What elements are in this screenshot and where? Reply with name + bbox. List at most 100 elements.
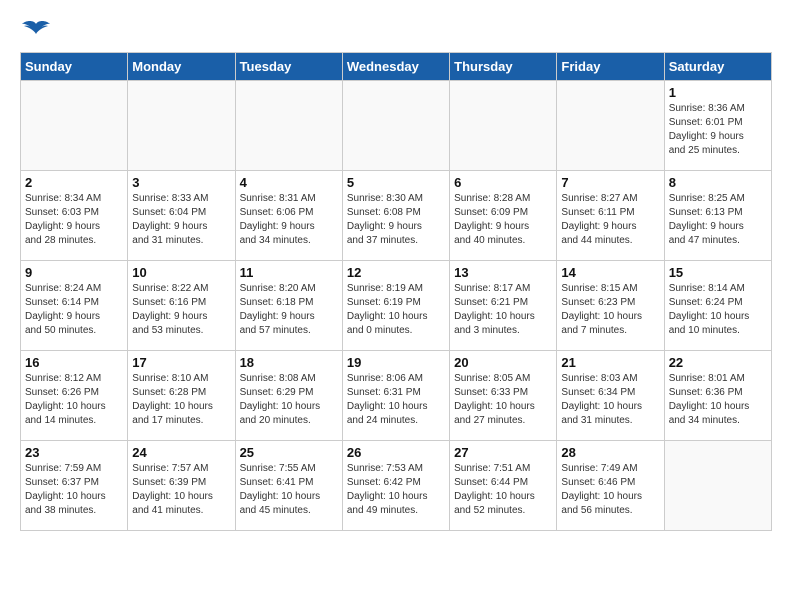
day-cell — [450, 81, 557, 171]
day-cell: 13 Sunrise: 8:17 AM Sunset: 6:21 PM Dayli… — [450, 261, 557, 351]
day-number: 6 — [454, 175, 552, 190]
day-cell: 3 Sunrise: 8:33 AM Sunset: 6:04 PM Daylig… — [128, 171, 235, 261]
day-cell: 16 Sunrise: 8:12 AM Sunset: 6:26 PM Dayli… — [21, 351, 128, 441]
day-cell: 26 Sunrise: 7:53 AM Sunset: 6:42 PM Dayli… — [342, 441, 449, 531]
day-cell: 17 Sunrise: 8:10 AM Sunset: 6:28 PM Dayli… — [128, 351, 235, 441]
day-number: 27 — [454, 445, 552, 460]
weekday-header-tuesday: Tuesday — [235, 53, 342, 81]
day-cell: 14 Sunrise: 8:15 AM Sunset: 6:23 PM Dayli… — [557, 261, 664, 351]
day-cell: 19Sunrise: 8:06 AM Sunset: 6:31 PM Dayli… — [342, 351, 449, 441]
day-number: 11 — [240, 265, 338, 280]
day-info: Sunrise: 8:31 AM Sunset: 6:06 PM Dayligh… — [240, 192, 338, 248]
day-info: Sunrise: 8:05 AM Sunset: 6:33 PM Dayligh… — [454, 372, 552, 428]
day-cell: 10 Sunrise: 8:22 AM Sunset: 6:16 PM Dayli… — [128, 261, 235, 351]
day-info: Sunrise: 8:01 AM Sunset: 6:36 PM Dayligh… — [669, 372, 767, 428]
day-cell — [342, 81, 449, 171]
day-number: 3 — [132, 175, 230, 190]
day-number: 20 — [454, 355, 552, 370]
day-info: Sunrise: 8:34 AM Sunset: 6:03 PM Dayligh… — [25, 192, 123, 248]
day-cell: 21 Sunrise: 8:03 AM Sunset: 6:34 PM Dayli… — [557, 351, 664, 441]
day-cell — [21, 81, 128, 171]
day-number: 1 — [669, 85, 767, 100]
day-cell: 4Sunrise: 8:31 AM Sunset: 6:06 PM Daylig… — [235, 171, 342, 261]
day-cell: 1 Sunrise: 8:36 AM Sunset: 6:01 PM Daylig… — [664, 81, 771, 171]
day-info: Sunrise: 8:33 AM Sunset: 6:04 PM Dayligh… — [132, 192, 230, 248]
calendar-table: SundayMondayTuesdayWednesdayThursdayFrid… — [20, 52, 772, 531]
day-number: 19 — [347, 355, 445, 370]
day-info: Sunrise: 8:08 AM Sunset: 6:29 PM Dayligh… — [240, 372, 338, 428]
day-cell: 23 Sunrise: 7:59 AM Sunset: 6:37 PM Dayli… — [21, 441, 128, 531]
weekday-header-monday: Monday — [128, 53, 235, 81]
day-info: Sunrise: 8:27 AM Sunset: 6:11 PM Dayligh… — [561, 192, 659, 248]
day-info: Sunrise: 8:30 AM Sunset: 6:08 PM Dayligh… — [347, 192, 445, 248]
day-number: 15 — [669, 265, 767, 280]
weekday-header-row: SundayMondayTuesdayWednesdayThursdayFrid… — [21, 53, 772, 81]
day-number: 26 — [347, 445, 445, 460]
day-info: Sunrise: 8:10 AM Sunset: 6:28 PM Dayligh… — [132, 372, 230, 428]
day-number: 2 — [25, 175, 123, 190]
day-cell — [557, 81, 664, 171]
week-row-4: 16 Sunrise: 8:12 AM Sunset: 6:26 PM Dayli… — [21, 351, 772, 441]
day-info: Sunrise: 8:19 AM Sunset: 6:19 PM Dayligh… — [347, 282, 445, 338]
weekday-header-friday: Friday — [557, 53, 664, 81]
day-number: 7 — [561, 175, 659, 190]
week-row-2: 2 Sunrise: 8:34 AM Sunset: 6:03 PM Daylig… — [21, 171, 772, 261]
day-cell: 22 Sunrise: 8:01 AM Sunset: 6:36 PM Dayli… — [664, 351, 771, 441]
day-info: Sunrise: 8:20 AM Sunset: 6:18 PM Dayligh… — [240, 282, 338, 338]
day-cell: 8Sunrise: 8:25 AM Sunset: 6:13 PM Daylig… — [664, 171, 771, 261]
day-cell — [235, 81, 342, 171]
day-number: 13 — [454, 265, 552, 280]
day-cell: 24 Sunrise: 7:57 AM Sunset: 6:39 PM Dayli… — [128, 441, 235, 531]
day-number: 14 — [561, 265, 659, 280]
day-cell: 20 Sunrise: 8:05 AM Sunset: 6:33 PM Dayli… — [450, 351, 557, 441]
day-cell: 7 Sunrise: 8:27 AM Sunset: 6:11 PM Daylig… — [557, 171, 664, 261]
day-number: 23 — [25, 445, 123, 460]
day-number: 22 — [669, 355, 767, 370]
day-number: 21 — [561, 355, 659, 370]
logo — [20, 20, 56, 42]
day-info: Sunrise: 7:49 AM Sunset: 6:46 PM Dayligh… — [561, 462, 659, 518]
day-info: Sunrise: 8:03 AM Sunset: 6:34 PM Dayligh… — [561, 372, 659, 428]
day-info: Sunrise: 7:53 AM Sunset: 6:42 PM Dayligh… — [347, 462, 445, 518]
day-cell: 25 Sunrise: 7:55 AM Sunset: 6:41 PM Dayli… — [235, 441, 342, 531]
day-number: 28 — [561, 445, 659, 460]
day-number: 12 — [347, 265, 445, 280]
day-cell: 9 Sunrise: 8:24 AM Sunset: 6:14 PM Daylig… — [21, 261, 128, 351]
day-info: Sunrise: 8:36 AM Sunset: 6:01 PM Dayligh… — [669, 102, 767, 158]
week-row-1: 1 Sunrise: 8:36 AM Sunset: 6:01 PM Daylig… — [21, 81, 772, 171]
day-number: 24 — [132, 445, 230, 460]
day-cell: 28 Sunrise: 7:49 AM Sunset: 6:46 PM Dayli… — [557, 441, 664, 531]
day-number: 17 — [132, 355, 230, 370]
day-info: Sunrise: 7:51 AM Sunset: 6:44 PM Dayligh… — [454, 462, 552, 518]
day-info: Sunrise: 8:28 AM Sunset: 6:09 PM Dayligh… — [454, 192, 552, 248]
day-info: Sunrise: 8:12 AM Sunset: 6:26 PM Dayligh… — [25, 372, 123, 428]
day-number: 25 — [240, 445, 338, 460]
day-cell: 15 Sunrise: 8:14 AM Sunset: 6:24 PM Dayli… — [664, 261, 771, 351]
day-cell: 5 Sunrise: 8:30 AM Sunset: 6:08 PM Daylig… — [342, 171, 449, 261]
day-info: Sunrise: 7:55 AM Sunset: 6:41 PM Dayligh… — [240, 462, 338, 518]
day-info: Sunrise: 7:57 AM Sunset: 6:39 PM Dayligh… — [132, 462, 230, 518]
day-info: Sunrise: 8:22 AM Sunset: 6:16 PM Dayligh… — [132, 282, 230, 338]
day-number: 18 — [240, 355, 338, 370]
header — [20, 20, 772, 42]
day-info: Sunrise: 8:17 AM Sunset: 6:21 PM Dayligh… — [454, 282, 552, 338]
day-number: 16 — [25, 355, 123, 370]
day-info: Sunrise: 7:59 AM Sunset: 6:37 PM Dayligh… — [25, 462, 123, 518]
day-number: 5 — [347, 175, 445, 190]
logo-bird-icon — [20, 20, 52, 42]
day-info: Sunrise: 8:24 AM Sunset: 6:14 PM Dayligh… — [25, 282, 123, 338]
day-cell: 11 Sunrise: 8:20 AM Sunset: 6:18 PM Dayli… — [235, 261, 342, 351]
weekday-header-thursday: Thursday — [450, 53, 557, 81]
weekday-header-saturday: Saturday — [664, 53, 771, 81]
day-number: 9 — [25, 265, 123, 280]
day-number: 8 — [669, 175, 767, 190]
day-info: Sunrise: 8:15 AM Sunset: 6:23 PM Dayligh… — [561, 282, 659, 338]
week-row-3: 9 Sunrise: 8:24 AM Sunset: 6:14 PM Daylig… — [21, 261, 772, 351]
day-cell: 18 Sunrise: 8:08 AM Sunset: 6:29 PM Dayli… — [235, 351, 342, 441]
day-info: Sunrise: 8:14 AM Sunset: 6:24 PM Dayligh… — [669, 282, 767, 338]
weekday-header-sunday: Sunday — [21, 53, 128, 81]
day-number: 10 — [132, 265, 230, 280]
day-cell: 6 Sunrise: 8:28 AM Sunset: 6:09 PM Daylig… — [450, 171, 557, 261]
day-cell: 12 Sunrise: 8:19 AM Sunset: 6:19 PM Dayli… — [342, 261, 449, 351]
day-cell — [128, 81, 235, 171]
